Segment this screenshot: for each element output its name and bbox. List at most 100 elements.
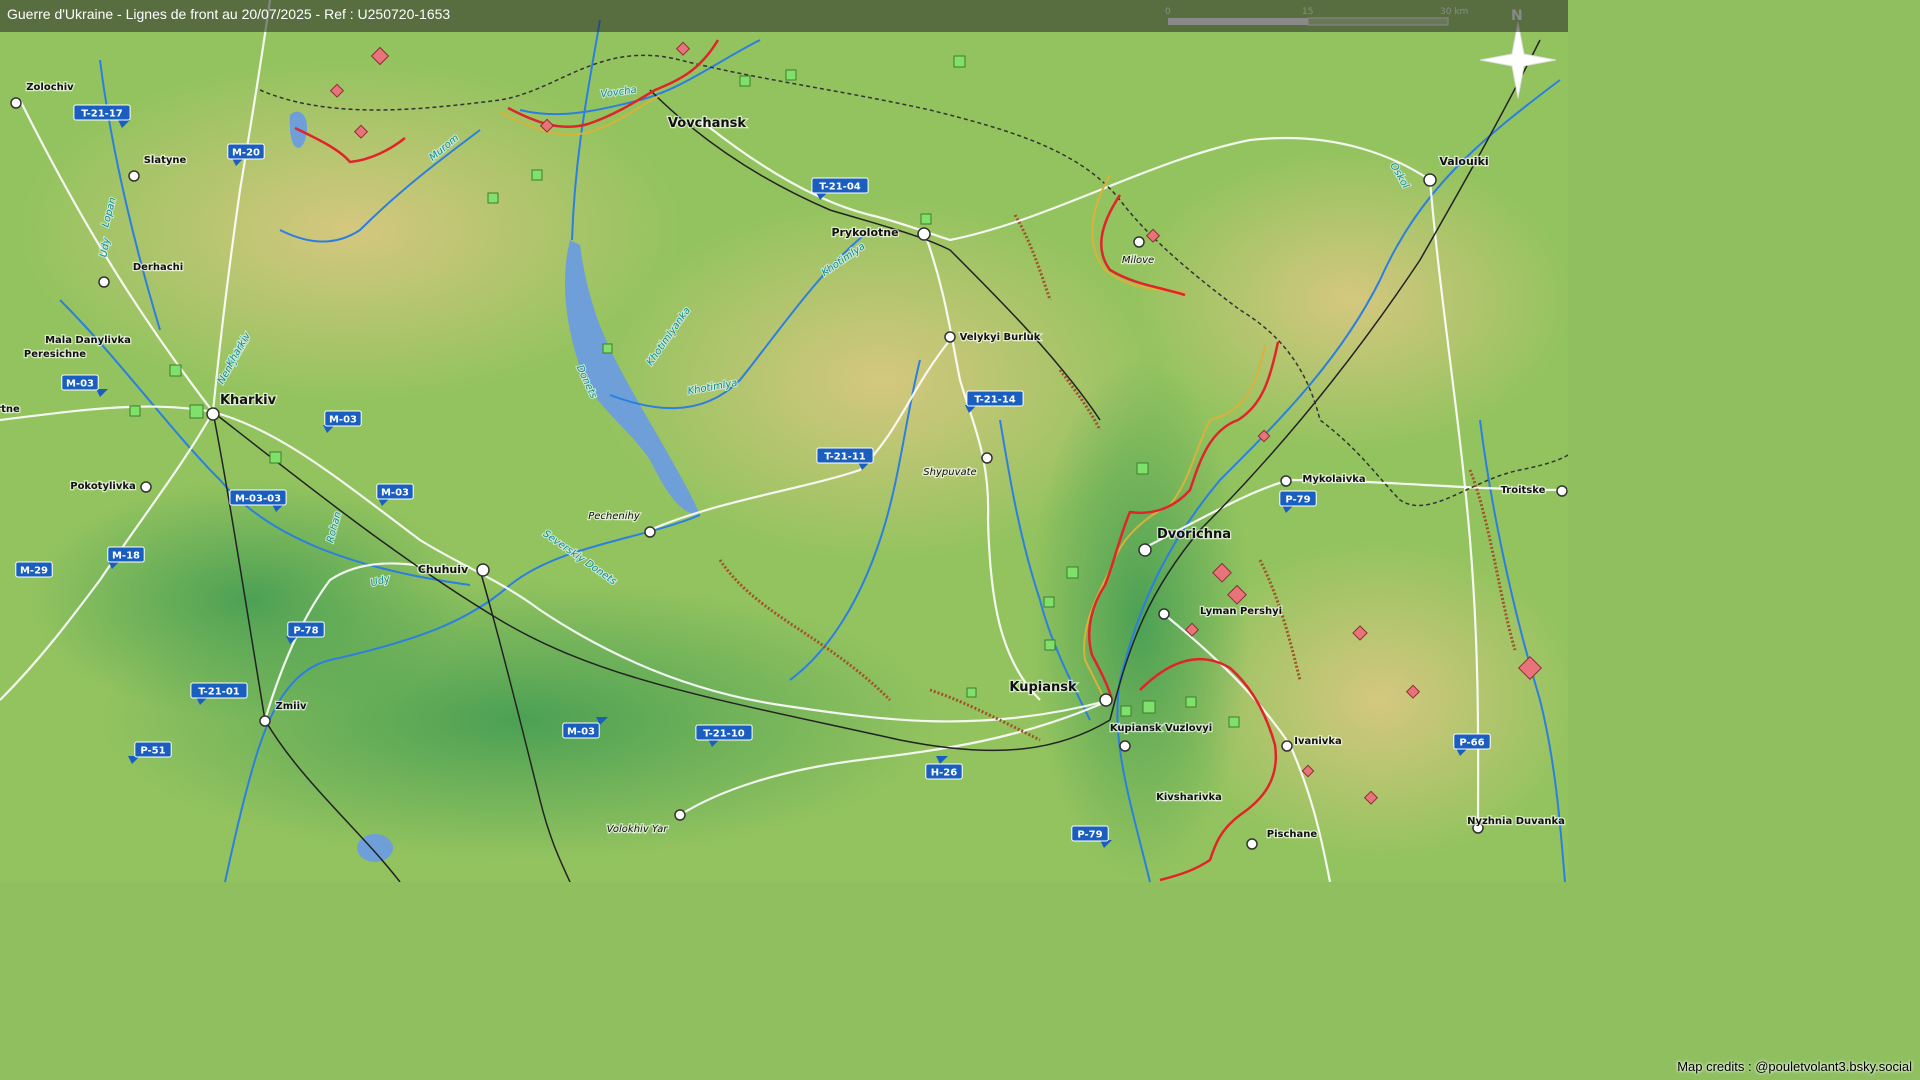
city-label: Milove (1122, 255, 1154, 266)
road-sign: T-21-01 (190, 682, 248, 699)
road-sign: P-79 (1071, 825, 1109, 842)
road-sign: T-21-10 (695, 724, 753, 741)
road-sign-label: T-21-01 (198, 687, 240, 698)
road-sign: M-03 (324, 410, 362, 427)
road-sign-label: P-79 (1077, 830, 1102, 841)
ua-unit-marker[interactable] (129, 405, 141, 417)
ua-unit-marker[interactable] (1142, 700, 1156, 714)
road-sign-label: T-21-14 (974, 395, 1016, 406)
road-sign: T-21-14 (966, 390, 1024, 407)
road-sign-label: H-26 (931, 768, 957, 779)
city-marker (917, 227, 931, 241)
road-sign: M-03 (376, 483, 414, 500)
road-sign-label: M-20 (232, 148, 260, 159)
city-label: Mykolaivka (1302, 474, 1365, 485)
city-marker (1119, 740, 1131, 752)
road-sign-label: T-21-11 (824, 452, 866, 463)
ua-unit-marker[interactable] (1185, 696, 1197, 708)
city-marker (674, 809, 686, 821)
road-sign: T-21-11 (816, 447, 874, 464)
city-label: Troitske (1501, 485, 1546, 496)
city-label: Nyzhnia Duvanka (1467, 816, 1565, 827)
city-marker (1281, 740, 1293, 752)
ua-unit-marker[interactable] (487, 192, 499, 204)
city-label: Peresichne (24, 349, 86, 360)
ua-unit-marker[interactable] (1043, 596, 1055, 608)
road-sign-label: T-21-17 (81, 109, 123, 120)
ua-unit-marker[interactable] (1228, 716, 1240, 728)
city-label: Ivanivka (1294, 736, 1341, 747)
city-label: Kharkiv (220, 393, 277, 408)
city-marker (259, 715, 271, 727)
road-sign: P-66 (1453, 733, 1491, 750)
city-marker (10, 97, 22, 109)
ua-unit-marker[interactable] (1120, 705, 1132, 717)
road-sign-label: M-29 (20, 566, 48, 577)
map[interactable]: Vovcha Murom Lopan Udy Nemyshlia Kharkiv Donet… (0, 0, 1580, 883)
map-svg[interactable]: VovchaMuromLopanUdyNemyshliaKharkivDonet… (0, 0, 1580, 883)
city-marker (1138, 543, 1152, 557)
road-sign-label: M-18 (112, 551, 140, 562)
city-label: Valouiki (1439, 155, 1488, 168)
road-sign-label: T-21-10 (703, 729, 745, 740)
city-marker (1280, 475, 1292, 487)
ua-unit-marker[interactable] (739, 75, 751, 87)
road-sign: P-78 (287, 621, 325, 638)
city-label: Velykyi Burluk (960, 332, 1041, 343)
road-sign-label: P-78 (293, 626, 318, 637)
city-label: Pischane (1267, 829, 1318, 840)
city-label: Zmiiv (275, 701, 307, 712)
ua-unit-marker[interactable] (953, 55, 966, 68)
road-sign-label: P-51 (140, 746, 165, 757)
city-label: Slatyne (144, 155, 187, 166)
city-label: Pokotylivka (70, 481, 136, 492)
ua-unit-marker[interactable] (1066, 566, 1079, 579)
ua-unit-marker[interactable] (602, 343, 613, 354)
city-label: Volokhiv Yar (607, 824, 669, 835)
city-label: Chuhuiv (418, 563, 469, 576)
city-marker (140, 481, 152, 493)
road-sign-label: M-03 (381, 488, 409, 499)
map-title: Guerre d'Ukraine - Lignes de front au 20… (7, 6, 451, 22)
city-marker (1158, 608, 1170, 620)
city-marker (644, 526, 656, 538)
city-label: Zolochiv (26, 82, 74, 93)
city-marker (476, 563, 490, 577)
ua-unit-marker[interactable] (785, 69, 797, 81)
road-sign: M-18 (107, 546, 145, 563)
city-label: Mala Danylivka (45, 335, 131, 346)
city-label: Kupiansk (1009, 680, 1077, 695)
ua-unit-marker[interactable] (269, 451, 282, 464)
ua-unit-marker[interactable] (189, 404, 204, 419)
ua-unit-marker[interactable] (966, 687, 977, 698)
road-sign-label: M-03-03 (235, 494, 281, 505)
city-marker (1556, 485, 1568, 497)
road-sign-label: P-79 (1285, 495, 1310, 506)
city-marker (206, 407, 220, 421)
road-sign: M-03 (61, 374, 99, 391)
road-sign-label: T-21-04 (819, 182, 861, 193)
city-label: Kivsharivka (1156, 792, 1222, 803)
ua-unit-marker[interactable] (169, 364, 182, 377)
terrain-lowland (30, 480, 470, 720)
map-credits: Map credits : @pouletvolant3.bsky.social (1677, 1059, 1912, 1074)
city-label: Shypuvate (923, 467, 976, 478)
road-sign: P-51 (134, 741, 172, 758)
ua-unit-marker[interactable] (1044, 639, 1056, 651)
road-sign-label: M-03 (329, 415, 357, 426)
city-marker (1133, 236, 1145, 248)
ua-unit-marker[interactable] (531, 169, 543, 181)
city-marker (944, 331, 956, 343)
road-sign: P-79 (1279, 490, 1317, 507)
city-label: Dvorichna (1157, 527, 1231, 542)
road-sign-label: M-03 (567, 727, 595, 738)
road-sign: H-26 (925, 763, 963, 780)
city-label: Pechenihy (588, 511, 641, 522)
city-marker (981, 452, 993, 464)
road-sign: T-21-04 (811, 177, 869, 194)
ua-unit-marker[interactable] (1136, 462, 1149, 475)
road-sign: M-20 (227, 143, 265, 160)
ua-unit-marker[interactable] (920, 213, 932, 225)
city-label: rtne (0, 404, 20, 415)
city-label: Prykolotne (831, 226, 898, 239)
